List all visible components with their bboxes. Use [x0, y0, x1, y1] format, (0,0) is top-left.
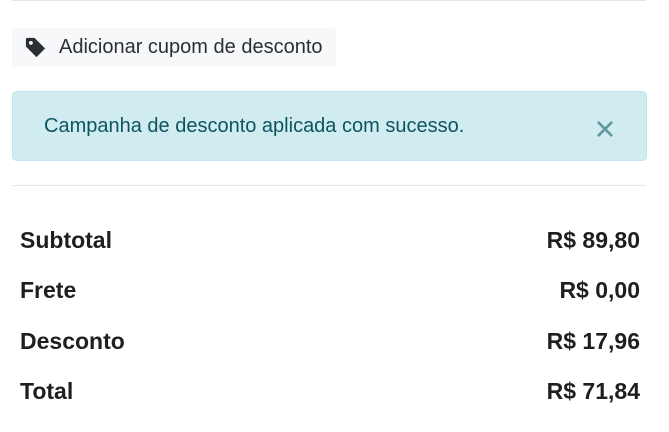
- shipping-value: R$ 0,00: [559, 277, 640, 304]
- total-row: Total R$ 71,84: [20, 367, 640, 418]
- shipping-label: Frete: [20, 277, 77, 304]
- totals-table: Subtotal R$ 89,80 Frete R$ 0,00 Desconto…: [20, 215, 640, 417]
- summary-divider: [12, 185, 646, 186]
- total-value: R$ 71,84: [546, 378, 640, 405]
- subtotal-row: Subtotal R$ 89,80: [20, 215, 640, 266]
- discount-row: Desconto R$ 17,96: [20, 316, 640, 367]
- add-coupon-button[interactable]: Adicionar cupom de desconto: [12, 28, 336, 67]
- total-label: Total: [20, 378, 74, 405]
- subtotal-value: R$ 89,80: [546, 226, 640, 253]
- alert-message: Campanha de desconto aplicada com sucess…: [44, 114, 465, 137]
- discount-label: Desconto: [20, 327, 125, 354]
- add-coupon-label: Adicionar cupom de desconto: [59, 36, 323, 58]
- top-divider: [12, 0, 646, 1]
- shipping-row: Frete R$ 0,00: [20, 266, 640, 317]
- order-summary-panel: Adicionar cupom de desconto Campanha de …: [0, 0, 669, 432]
- tag-icon: [24, 36, 47, 59]
- success-alert: Campanha de desconto aplicada com sucess…: [12, 91, 647, 161]
- discount-value: R$ 17,96: [546, 327, 640, 354]
- close-icon[interactable]: [594, 118, 616, 140]
- subtotal-label: Subtotal: [20, 226, 112, 253]
